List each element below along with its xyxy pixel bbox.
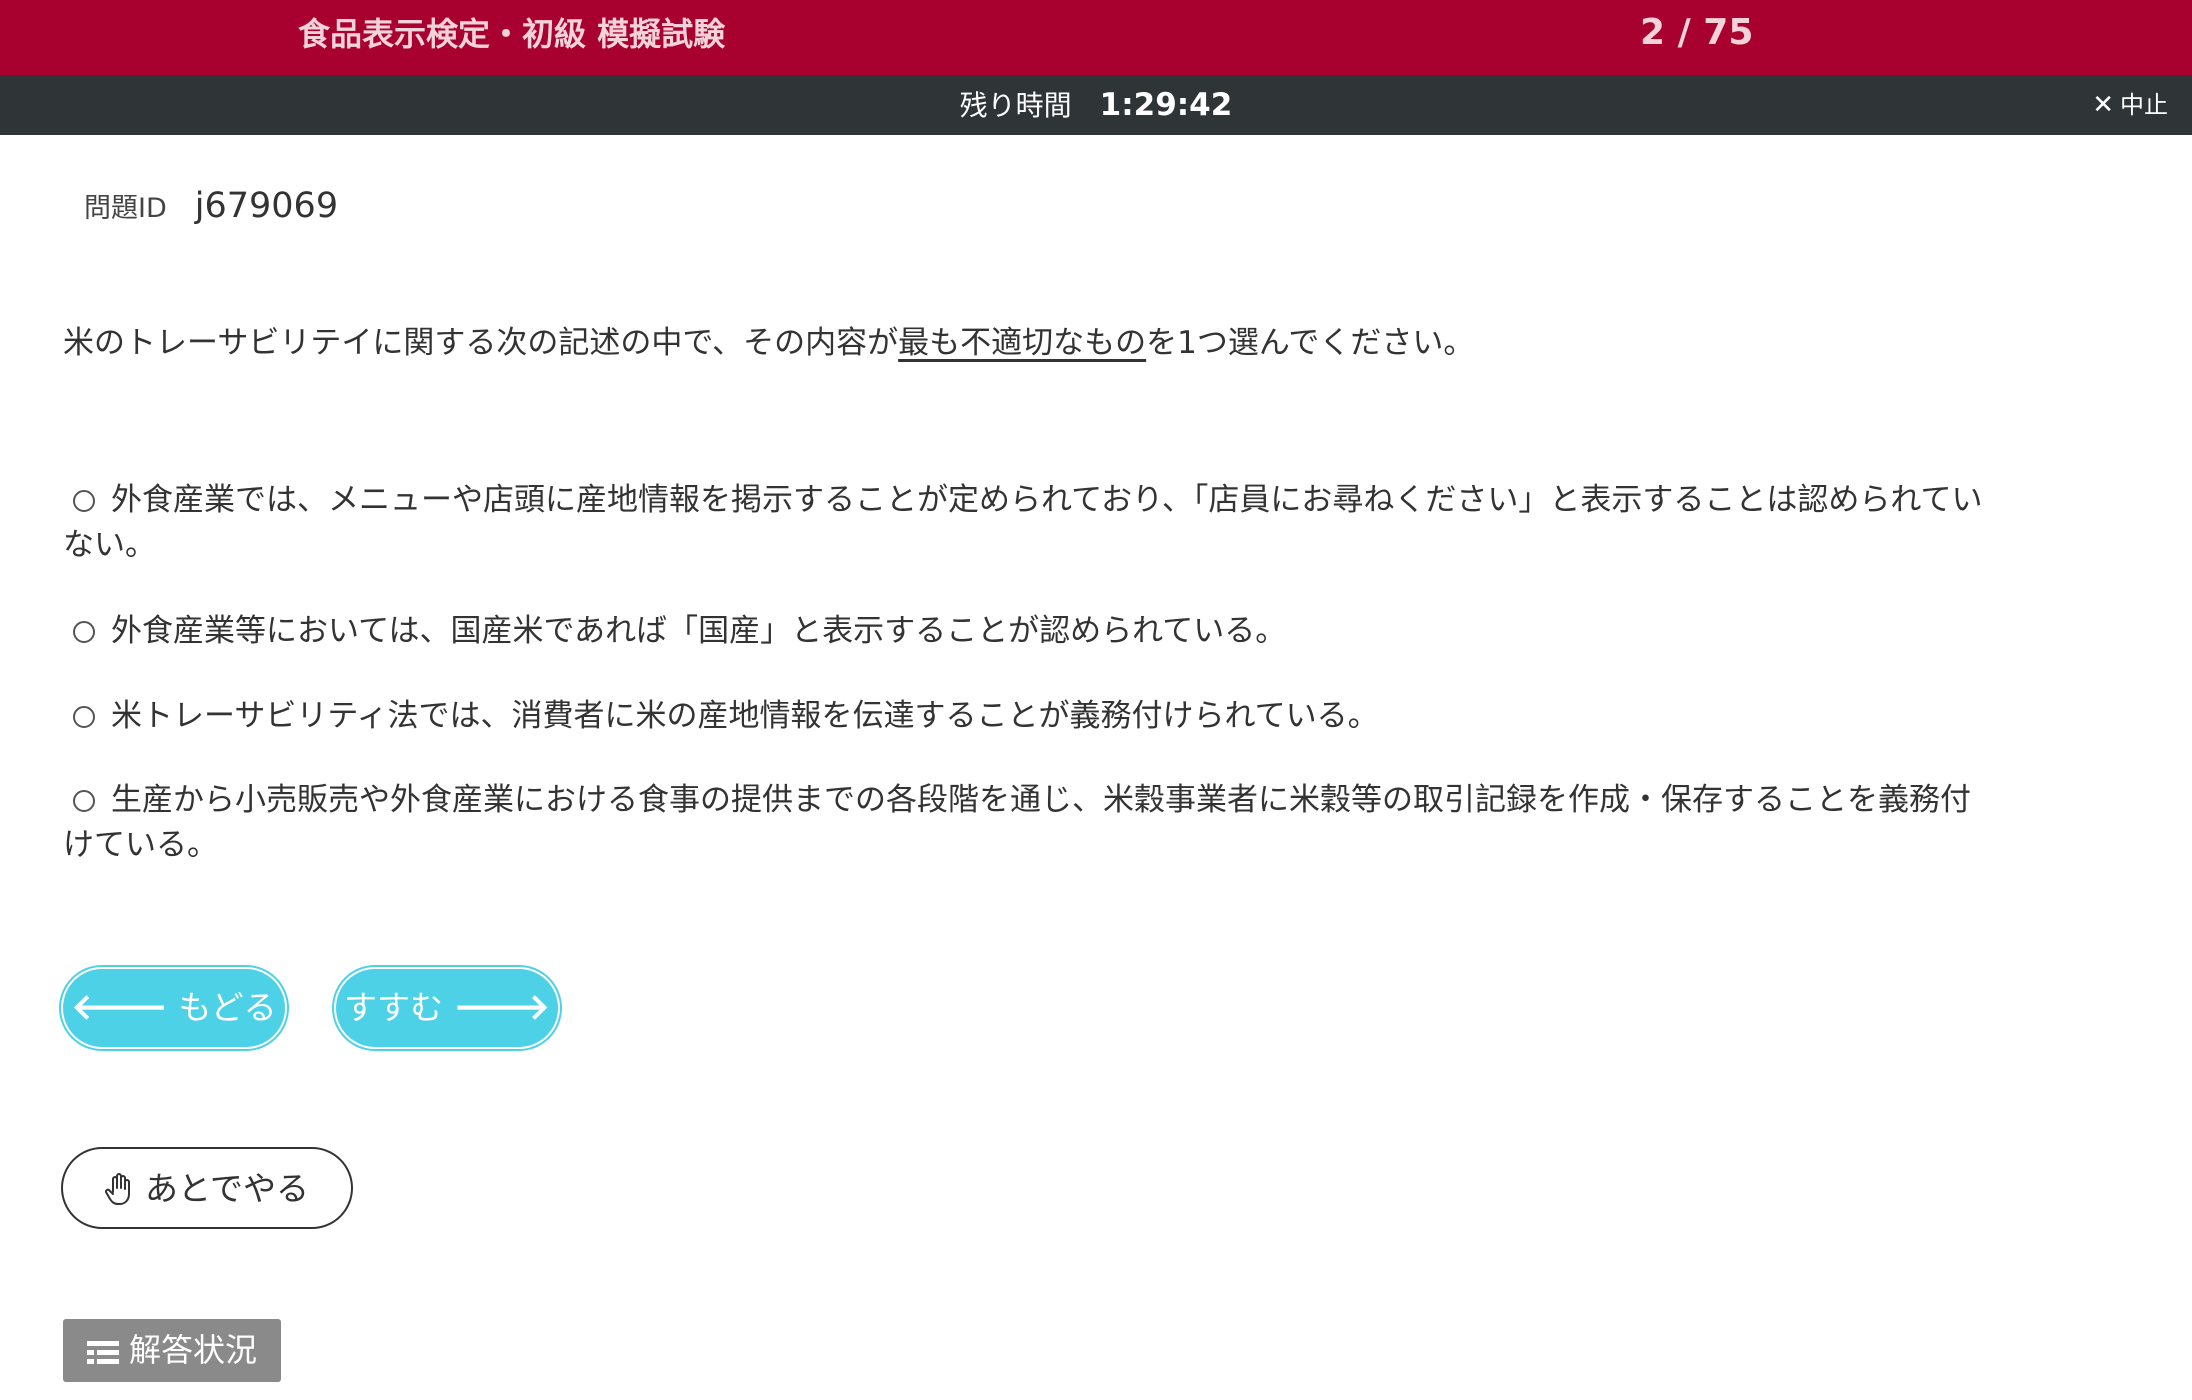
answer-choice-text: 米トレーサビリティ法では、消費者に米の産地情報を伝達することが義務付けられている… xyxy=(111,698,1379,734)
timer-value: 1:29:42 xyxy=(1099,87,1233,123)
radio-button[interactable] xyxy=(73,621,95,643)
arrow-left-icon: 🡐 xyxy=(71,987,168,1028)
answer-choice-text: 外食産業では、メニューや店頭に産地情報を掲示することが定められており、「店員にお… xyxy=(63,482,1983,563)
answer-choice-1[interactable]: 外食産業では、メニューや店頭に産地情報を掲示することが定められており、「店員にお… xyxy=(63,478,1993,568)
question-progress: 2 / 75 xyxy=(1640,12,1754,53)
question-text-after: を1つ選んでください。 xyxy=(1146,325,1475,361)
exam-title: 食品表示検定・初級 模擬試験 xyxy=(298,15,726,53)
answer-status-label: 解答状況 xyxy=(128,1331,257,1369)
question-id-label: 問題ID xyxy=(84,193,167,224)
exam-header: 食品表示検定・初級 模擬試験 2 / 75 xyxy=(0,0,2192,75)
back-button[interactable]: 🡐 もどる xyxy=(63,969,285,1047)
close-icon: ✕ xyxy=(2092,90,2114,120)
hand-icon xyxy=(104,1155,135,1235)
quit-button[interactable]: ✕ 中止 xyxy=(2092,75,2168,135)
next-button-label: すすむ xyxy=(343,988,443,1027)
question-text-before: 米のトレーサビリテイに関する次の記述の中で、その内容が xyxy=(63,325,899,361)
answer-status-button[interactable]: 解答状況 xyxy=(63,1319,281,1382)
arrow-right-icon: 🡒 xyxy=(453,987,551,1028)
next-button[interactable]: すすむ 🡒 xyxy=(336,969,558,1047)
question-id: 問題ID j679069 xyxy=(84,186,338,226)
timer-bar: 残り時間 1:29:42 ✕ 中止 xyxy=(0,75,2192,135)
timer-label: 残り時間 xyxy=(959,89,1072,122)
list-icon xyxy=(86,1324,119,1387)
answer-choice-text: 生産から小売販売や外食産業における食事の提供までの各段階を通じ、米穀事業者に米穀… xyxy=(63,782,1971,863)
question-id-value: j679069 xyxy=(194,186,339,226)
back-button-label: もどる xyxy=(178,988,277,1027)
timer: 残り時間 1:29:42 xyxy=(0,75,2192,135)
answer-choice-4[interactable]: 生産から小売販売や外食産業における食事の提供までの各段階を通じ、米穀事業者に米穀… xyxy=(63,778,1993,868)
answer-choice-3[interactable]: 米トレーサビリティ法では、消費者に米の産地情報を伝達することが義務付けられている… xyxy=(63,694,1993,739)
quit-label: 中止 xyxy=(2120,91,2168,119)
answer-later-label: あとでやる xyxy=(144,1169,309,1208)
radio-button[interactable] xyxy=(73,706,95,728)
answer-later-button[interactable]: あとでやる xyxy=(61,1147,353,1229)
answer-choice-2[interactable]: 外食産業等においては、国産米であれば「国産」と表示することが認められている。 xyxy=(63,609,1993,654)
question-text: 米のトレーサビリテイに関する次の記述の中で、その内容が最も不適切なものを1つ選ん… xyxy=(63,318,1474,368)
radio-button[interactable] xyxy=(73,790,95,812)
question-text-emphasis: 最も不適切なもの xyxy=(898,325,1147,361)
radio-button[interactable] xyxy=(73,490,95,512)
answer-choice-text: 外食産業等においては、国産米であれば「国産」と表示することが認められている。 xyxy=(111,613,1287,649)
